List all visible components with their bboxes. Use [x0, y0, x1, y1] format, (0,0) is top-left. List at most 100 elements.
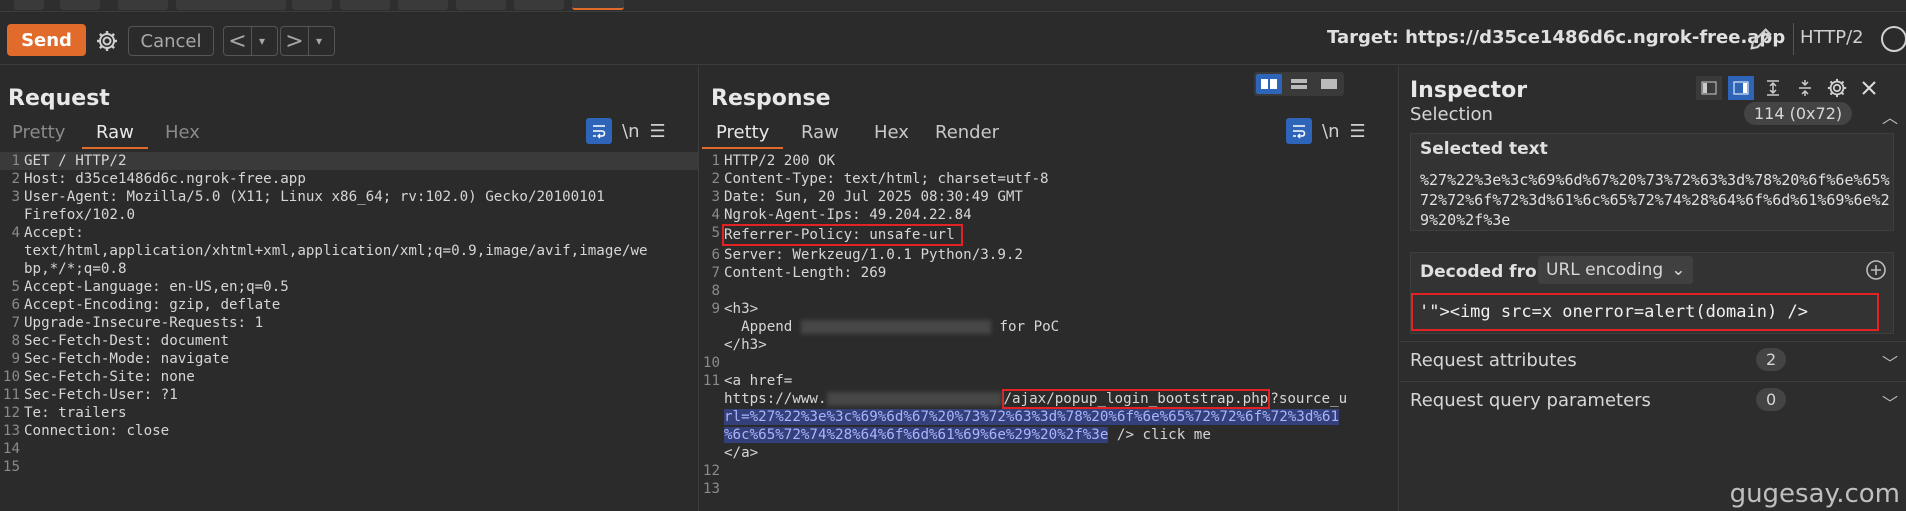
- add-decoding-plus-icon[interactable]: [1865, 259, 1887, 285]
- code-line: Firefox/102.0: [0, 206, 698, 224]
- tab-raw[interactable]: Raw: [82, 122, 148, 149]
- chevron-up-icon[interactable]: ︿: [1882, 104, 1898, 128]
- redacted-text: [800, 320, 991, 334]
- request-query-params-row[interactable]: Request query parameters 0 ﹀: [1400, 381, 1906, 421]
- tab-pretty[interactable]: Pretty: [702, 122, 784, 149]
- line-number: [0, 260, 22, 278]
- close-icon[interactable]: [1856, 76, 1882, 100]
- response-editor[interactable]: 1 HTTP/2 200 OK 2 Content-Type: text/html;…: [700, 152, 1398, 498]
- tab-item[interactable]: [176, 0, 286, 10]
- line-number: 2: [11, 171, 20, 187]
- tab-render[interactable]: Render: [935, 122, 999, 147]
- tab-item[interactable]: [456, 0, 506, 10]
- line-text: Connection: close: [24, 423, 170, 439]
- code-line: %6c%65%72%74%28%64%6f%6d%61%69%6e%29%20%…: [724, 427, 1211, 443]
- selection-header[interactable]: Selection: [1410, 104, 1493, 125]
- tab-item[interactable]: [118, 0, 168, 10]
- chevron-down-icon[interactable]: ﹀: [1882, 390, 1898, 414]
- inspector-layout-right-icon[interactable]: [1728, 76, 1754, 100]
- request-panel: Request Pretty Raw Hex \n ☰ 1 GET / HTTP/…: [0, 66, 699, 511]
- code-line: Append for PoC: [724, 319, 1060, 335]
- code-line: 7 Content-Length: 269: [711, 265, 887, 281]
- word-wrap-icon[interactable]: [1286, 118, 1312, 144]
- line-text: [22, 458, 24, 476]
- line-text: User-Agent: Mozilla/5.0 (X11; Linux x86_…: [24, 189, 605, 205]
- back-arrow-icon[interactable]: <: [224, 27, 252, 55]
- settings-gear-icon[interactable]: [91, 25, 123, 57]
- line-text: Accept-Language: en-US,en;q=0.5: [24, 279, 289, 295]
- forward-arrow-icon[interactable]: >: [281, 27, 309, 55]
- tab-pretty[interactable]: Pretty: [12, 122, 65, 147]
- tab-item[interactable]: [398, 0, 448, 10]
- collapse-all-icon[interactable]: [1792, 76, 1818, 100]
- tab-item-active[interactable]: [572, 0, 624, 10]
- back-dropdown-icon[interactable]: ▾: [252, 34, 272, 48]
- line-number: 7: [11, 315, 20, 331]
- word-wrap-icon[interactable]: [586, 118, 612, 144]
- menu-icon[interactable]: ☰: [649, 121, 665, 142]
- inspector-tools: [1696, 76, 1882, 100]
- line-text: Accept-Encoding: gzip, deflate: [24, 297, 281, 313]
- show-newlines-icon[interactable]: \n: [1322, 121, 1339, 142]
- tab-raw[interactable]: Raw: [801, 122, 839, 147]
- code-line: 5 Accept-Language: en-US,en;q=0.5: [0, 278, 698, 296]
- line-number: 12: [2, 405, 20, 421]
- line-number: 4: [11, 225, 20, 241]
- line-number: [0, 206, 22, 224]
- back-button[interactable]: < ▾: [223, 26, 278, 56]
- forward-button[interactable]: > ▾: [280, 26, 335, 56]
- request-tabs-strip: [0, 0, 1906, 12]
- selected-text-value[interactable]: %27%22%3e%3c%69%6d%67%20%73%72%63%3d%78%…: [1420, 170, 1890, 230]
- request-editor[interactable]: 1 GET / HTTP/2 2 Host: d35ce1486d6c.ngrok-f…: [0, 152, 698, 476]
- show-newlines-icon[interactable]: \n: [622, 121, 639, 142]
- tab-hex[interactable]: Hex: [874, 122, 909, 147]
- line-number: 6: [11, 297, 20, 313]
- code-line: 14: [0, 440, 698, 458]
- code-line: 8: [711, 283, 720, 299]
- tab-item[interactable]: [292, 0, 332, 10]
- layout-stacked-icon[interactable]: [1286, 74, 1312, 94]
- tab-item[interactable]: [14, 0, 44, 10]
- expand-all-icon[interactable]: [1760, 76, 1786, 100]
- menu-icon[interactable]: ☰: [1349, 121, 1365, 142]
- tab-item[interactable]: [60, 0, 100, 10]
- line-text: GET / HTTP/2: [24, 153, 127, 169]
- toolbar-divider: [1793, 23, 1794, 55]
- code-line: 1 GET / HTTP/2: [0, 152, 698, 170]
- line-text: bp,*/*;q=0.8: [24, 261, 127, 277]
- line-number: [0, 242, 22, 260]
- send-button[interactable]: Send: [7, 24, 86, 56]
- code-line: 10: [702, 355, 720, 371]
- line-number: 3: [11, 189, 20, 205]
- help-icon[interactable]: [1880, 25, 1906, 57]
- tab-hex[interactable]: Hex: [165, 122, 200, 147]
- line-number: 15: [2, 459, 20, 475]
- protocol-label[interactable]: HTTP/2: [1800, 27, 1864, 48]
- code-line: rl=%27%22%3e%3c%69%6d%67%20%73%72%63%3d%…: [700, 408, 1398, 426]
- redacted-domain: [826, 392, 1002, 406]
- chevron-down-icon[interactable]: ﹀: [1882, 350, 1898, 374]
- decoded-value[interactable]: '"><img src=x onerror=alert(domain) />: [1411, 293, 1879, 331]
- selected-payload[interactable]: %6c%65%72%74%28%64%6f%6d%61%69%6e%29%20%…: [724, 427, 1109, 443]
- inspector-settings-gear-icon[interactable]: [1824, 76, 1850, 100]
- request-attributes-row[interactable]: Request attributes 2 ﹀: [1400, 341, 1906, 381]
- line-number: 10: [2, 369, 20, 385]
- edit-target-pencil-icon[interactable]: [1747, 25, 1775, 57]
- decoding-select[interactable]: URL encoding ⌄: [1538, 256, 1694, 284]
- line-number: 11: [2, 387, 20, 403]
- forward-dropdown-icon[interactable]: ▾: [309, 34, 329, 48]
- selected-text-label: Selected text: [1420, 139, 1548, 159]
- layout-tabs-icon[interactable]: [1316, 74, 1342, 94]
- inspector-layout-left-icon[interactable]: [1696, 76, 1722, 100]
- toolbar: Send Cancel < ▾ > ▾ Target: https://d35c…: [0, 13, 1906, 65]
- tab-item[interactable]: [514, 0, 564, 10]
- cancel-button[interactable]: Cancel: [128, 26, 214, 56]
- tab-item[interactable]: [340, 0, 390, 10]
- code-line: 9 <h3>: [711, 301, 759, 317]
- request-query-params-count: 0: [1756, 388, 1787, 411]
- layout-side-by-side-icon[interactable]: [1256, 74, 1282, 94]
- code-line: 4 Accept:: [0, 224, 698, 242]
- selected-payload[interactable]: rl=%27%22%3e%3c%69%6d%67%20%73%72%63%3d%…: [724, 409, 1339, 425]
- response-title: Response: [711, 86, 831, 111]
- request-attributes-count: 2: [1756, 348, 1787, 371]
